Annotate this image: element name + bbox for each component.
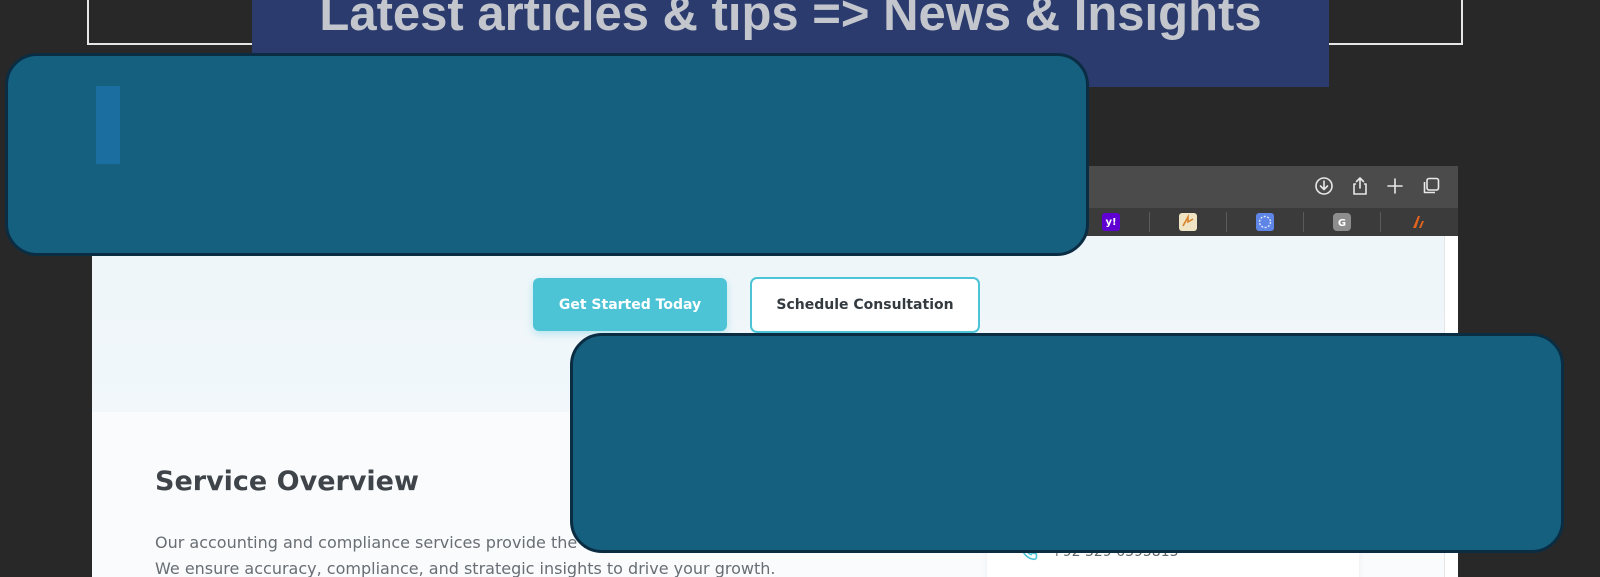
redaction-panel-top [5, 53, 1089, 256]
panel-marker [96, 86, 120, 164]
bookmark-4-glyph: G [1338, 218, 1346, 229]
redaction-panel-bottom [570, 333, 1564, 553]
bookmark-icon-4[interactable]: G [1333, 213, 1351, 231]
bookmark-separator [1226, 212, 1227, 232]
yahoo-icon[interactable]: y! [1102, 213, 1120, 231]
service-overview-title: Service Overview [155, 466, 419, 497]
bookmark-3-graphic [1256, 213, 1274, 231]
bookmark-icon-2[interactable] [1179, 213, 1197, 231]
bookmark-5-graphic [1413, 216, 1424, 228]
bookmark-icon-3[interactable] [1256, 213, 1274, 231]
new-tab-icon[interactable] [1383, 174, 1407, 198]
overlay-title: Latest articles & tips => News & Insight… [319, 0, 1262, 41]
bookmark-separator [1303, 212, 1304, 232]
yahoo-glyph: y! [1105, 216, 1117, 228]
schedule-consultation-button[interactable]: Schedule Consultation [750, 277, 980, 333]
bookmark-icon-5[interactable] [1410, 213, 1428, 231]
get-started-button[interactable]: Get Started Today [533, 278, 727, 331]
bookmark-separator [1380, 212, 1381, 232]
service-text-line-2: We ensure accuracy, compliance, and stra… [155, 559, 776, 577]
bookmark-separator [1149, 212, 1150, 232]
bookmark-4-graphic: G [1333, 213, 1351, 231]
download-icon[interactable] [1312, 174, 1336, 198]
bookmark-2-graphic [1179, 213, 1197, 231]
share-icon[interactable] [1348, 174, 1372, 198]
tab-overview-icon[interactable] [1419, 174, 1443, 198]
